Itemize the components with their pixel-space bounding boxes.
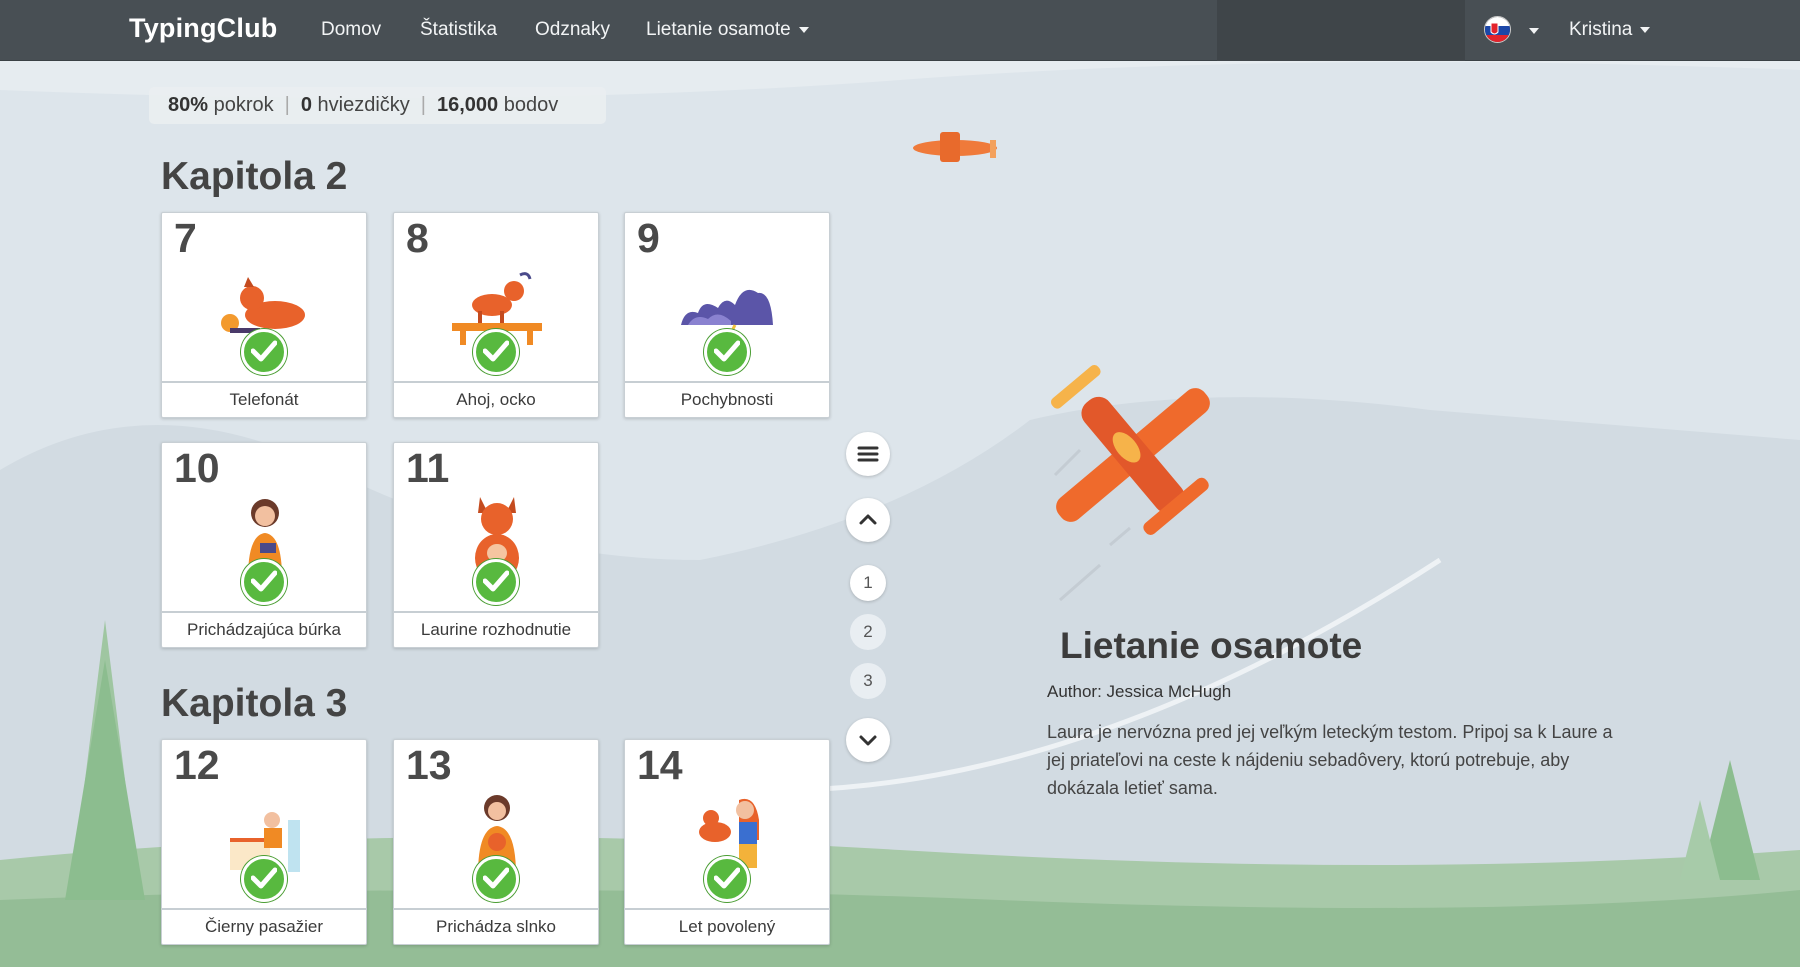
lesson-label: Ahoj, ocko [394, 381, 598, 417]
completed-check-icon [473, 856, 519, 902]
lesson-card[interactable]: 8 Ahoj, ocko [393, 212, 599, 418]
scroll-down-button[interactable] [846, 718, 890, 762]
top-navbar: TypingClub Domov Štatistika Odznaky Liet… [0, 0, 1800, 61]
scroll-up-button[interactable] [846, 498, 890, 542]
lesson-card[interactable]: 7 Telefonát [161, 212, 367, 418]
completed-check-icon [704, 856, 750, 902]
lesson-card[interactable]: 10 Prichádzajúca búrka [161, 442, 367, 648]
lesson-number: 8 [406, 215, 429, 261]
lesson-card[interactable]: 11 Laurine rozhodnutie [393, 442, 599, 648]
lesson-number: 7 [174, 215, 197, 261]
lesson-label: Let povolený [625, 908, 829, 944]
chevron-down-icon [859, 735, 877, 746]
completed-check-icon [473, 329, 519, 375]
nav-link-stats[interactable]: Štatistika [420, 19, 497, 41]
brand-logo[interactable]: TypingClub [129, 13, 277, 44]
user-name: Kristina [1569, 19, 1633, 40]
language-chevron-down-icon[interactable] [1529, 28, 1539, 34]
lesson-label: Prichádzajúca búrka [162, 611, 366, 647]
chevron-down-icon [798, 26, 809, 33]
lesson-card[interactable]: 9 Pochybnosti [624, 212, 830, 418]
nav-link-badges[interactable]: Odznaky [535, 19, 610, 41]
lesson-label: Telefonát [162, 381, 366, 417]
navbar-spacer [1217, 0, 1465, 61]
course-description: Laura je nervózna pred jej veľkým leteck… [1047, 722, 1613, 798]
completed-check-icon [241, 559, 287, 605]
nav-link-home[interactable]: Domov [321, 19, 381, 41]
progress-value: 80% [168, 94, 209, 116]
hamburger-icon [857, 446, 879, 462]
user-menu[interactable]: Kristina [1569, 19, 1651, 41]
course-title: Lietanie osamote [1060, 625, 1363, 666]
completed-check-icon [241, 329, 287, 375]
language-flag-icon[interactable] [1484, 16, 1511, 43]
lesson-card[interactable]: 14 Let povolený [624, 739, 830, 945]
lesson-label: Pochybnosti [625, 381, 829, 417]
chapter-title: Kapitola 3 [161, 682, 348, 725]
course-author: Author: Jessica McHugh [1047, 682, 1232, 701]
lesson-label: Laurine rozhodnutie [394, 611, 598, 647]
page-3-button[interactable]: 3 [850, 663, 886, 699]
lesson-number: 9 [637, 215, 660, 261]
course-dropdown[interactable]: Lietanie osamote [646, 19, 809, 41]
chapter-title: Kapitola 2 [161, 155, 348, 198]
completed-check-icon [473, 559, 519, 605]
lesson-label: Prichádza slnko [394, 908, 598, 944]
stars-label: hviezdičky [317, 94, 410, 116]
completed-check-icon [704, 329, 750, 375]
points-label: bodov [503, 94, 559, 116]
completed-check-icon [241, 856, 287, 902]
progress-stats: 80% pokrok | 0 hviezdičky | 16,000 bodov [149, 87, 606, 124]
page-1-button[interactable]: 1 [850, 565, 886, 601]
lesson-card[interactable]: 13 Prichádza slnko [393, 739, 599, 945]
chevron-down-icon [1640, 26, 1651, 33]
menu-button[interactable] [846, 432, 890, 476]
points-value: 16,000 [436, 94, 499, 116]
progress-label: pokrok [213, 94, 274, 116]
chevron-up-icon [859, 514, 877, 525]
page-2-button[interactable]: 2 [850, 614, 886, 650]
lesson-label: Čierny pasažier [162, 908, 366, 944]
stars-value: 0 [300, 94, 312, 116]
lesson-card[interactable]: 12 Čierny pasažier [161, 739, 367, 945]
course-dropdown-label: Lietanie osamote [646, 19, 791, 40]
